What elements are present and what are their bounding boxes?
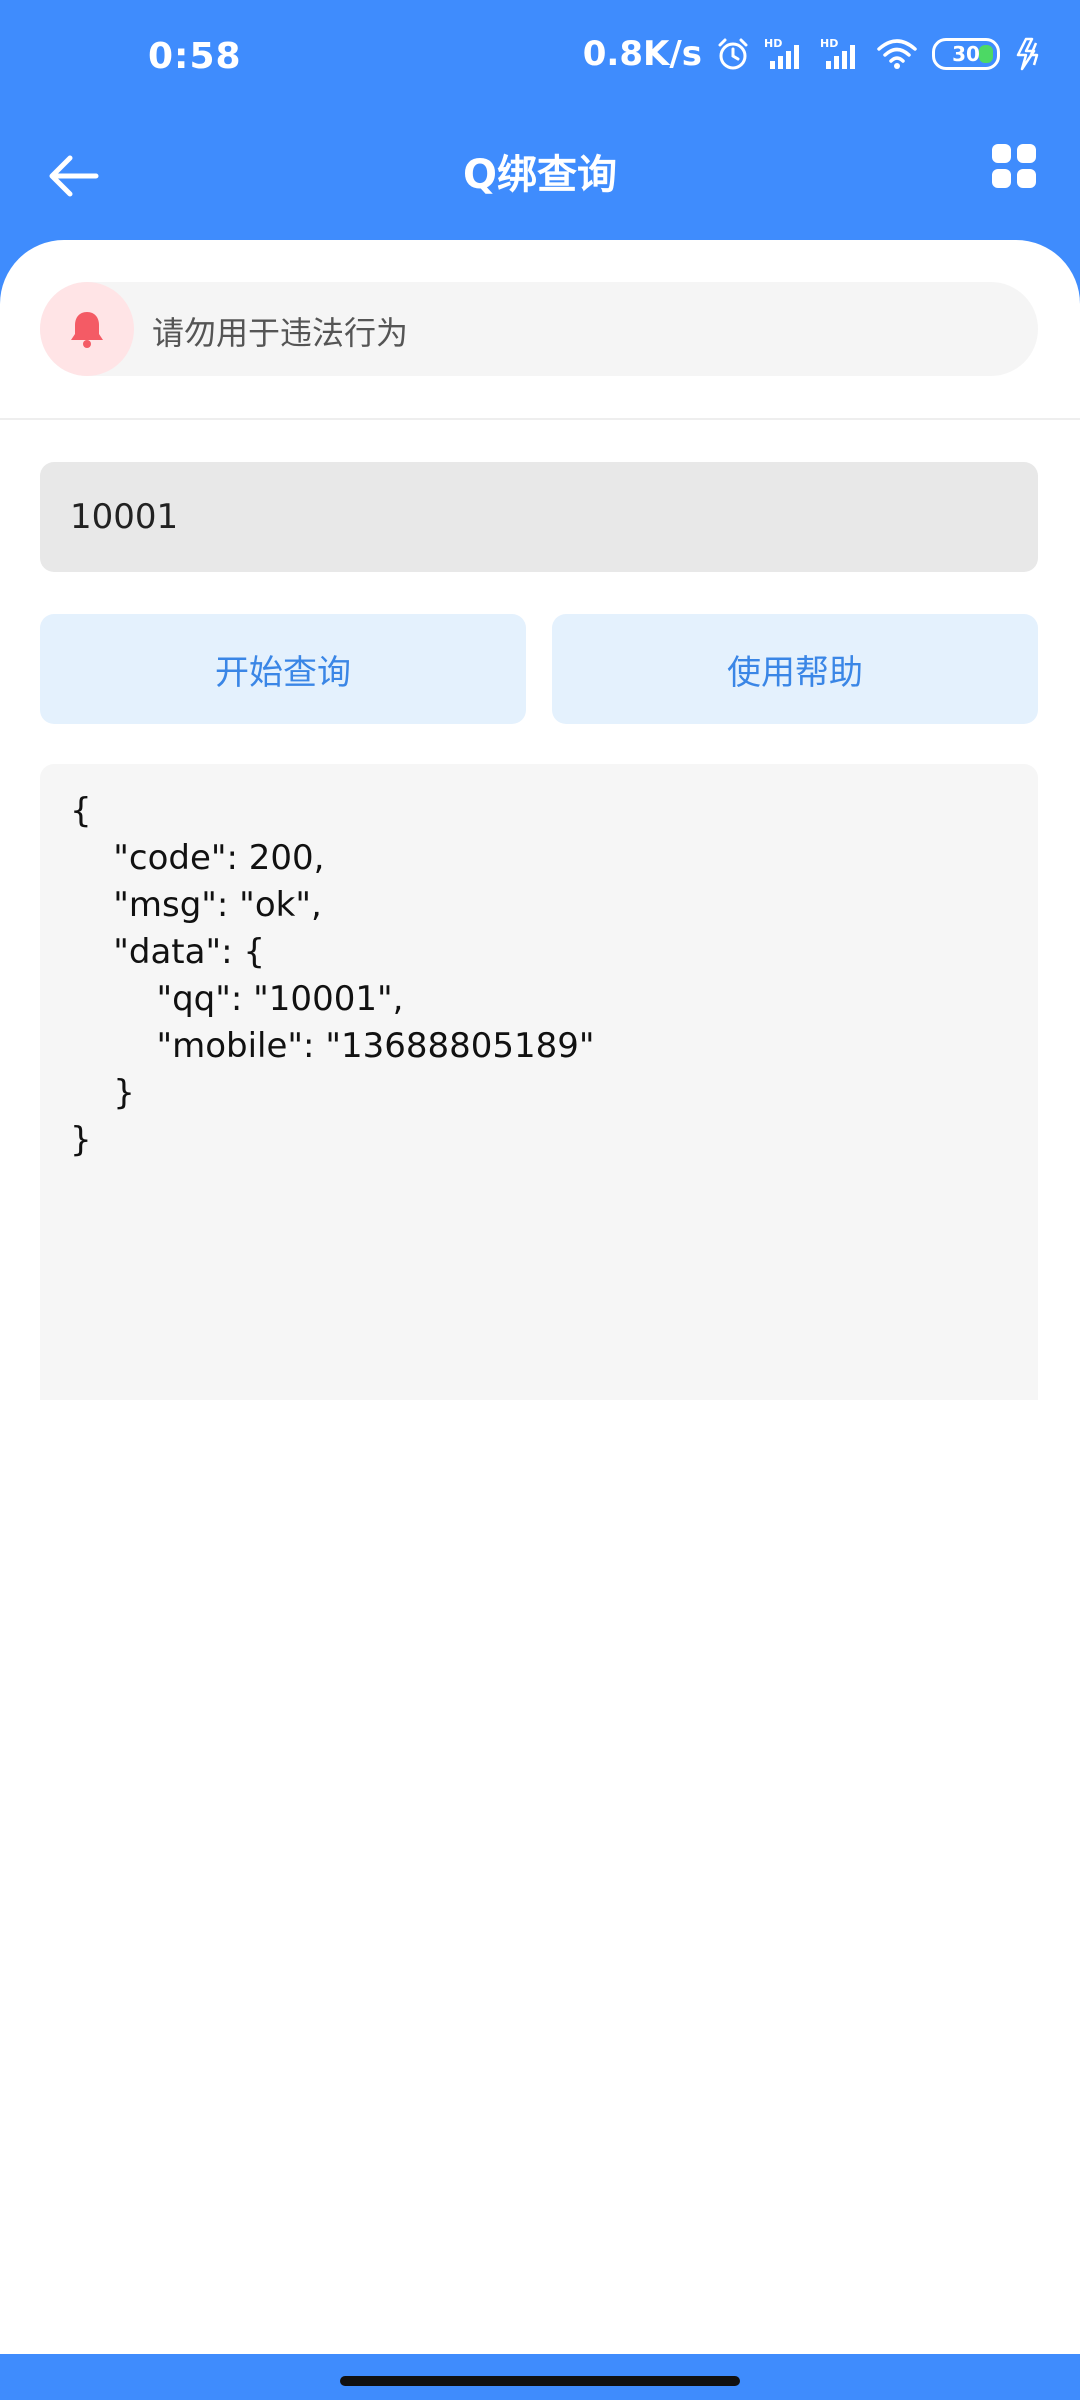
home-indicator[interactable] — [340, 2376, 740, 2386]
svg-text:HD: HD — [820, 37, 838, 50]
signal-hd-icon: HD — [820, 37, 855, 69]
signal-hd-icon: HD — [764, 37, 799, 69]
battery-level: 30 — [952, 42, 980, 66]
notice-bar: 请勿用于违法行为 — [40, 282, 1038, 376]
qq-number-input[interactable] — [40, 462, 1038, 572]
system-nav-bar — [0, 2354, 1080, 2400]
battery-icon: 30 — [932, 38, 1000, 70]
alarm-icon — [718, 38, 748, 70]
content-card: 请勿用于违法行为 开始查询 使用帮助 { "code": 200, "msg":… — [0, 240, 1080, 1400]
page-title: Q绑查询 — [462, 152, 617, 198]
grid-icon[interactable] — [992, 144, 1036, 188]
bell-badge — [40, 282, 134, 376]
svg-text:HD: HD — [764, 37, 782, 50]
result-json-text: { "code": 200, "msg": "ok", "data": { "q… — [70, 791, 595, 1160]
help-button[interactable]: 使用帮助 — [552, 614, 1038, 724]
status-time: 0:58 — [148, 36, 242, 77]
wifi-icon — [877, 39, 917, 69]
divider — [0, 418, 1080, 420]
start-query-button[interactable]: 开始查询 — [40, 614, 526, 724]
status-icons: 0.8K/s HD HD 30 — [583, 34, 1044, 74]
status-bar: 0:58 0.8K/s HD HD 30 — [0, 0, 1080, 120]
result-box[interactable]: { "code": 200, "msg": "ok", "data": { "q… — [40, 764, 1038, 1400]
charging-icon — [1016, 37, 1039, 71]
network-speed: 0.8K/s — [582, 34, 702, 74]
notice-text: 请勿用于违法行为 — [152, 314, 409, 352]
bell-icon — [71, 312, 103, 348]
